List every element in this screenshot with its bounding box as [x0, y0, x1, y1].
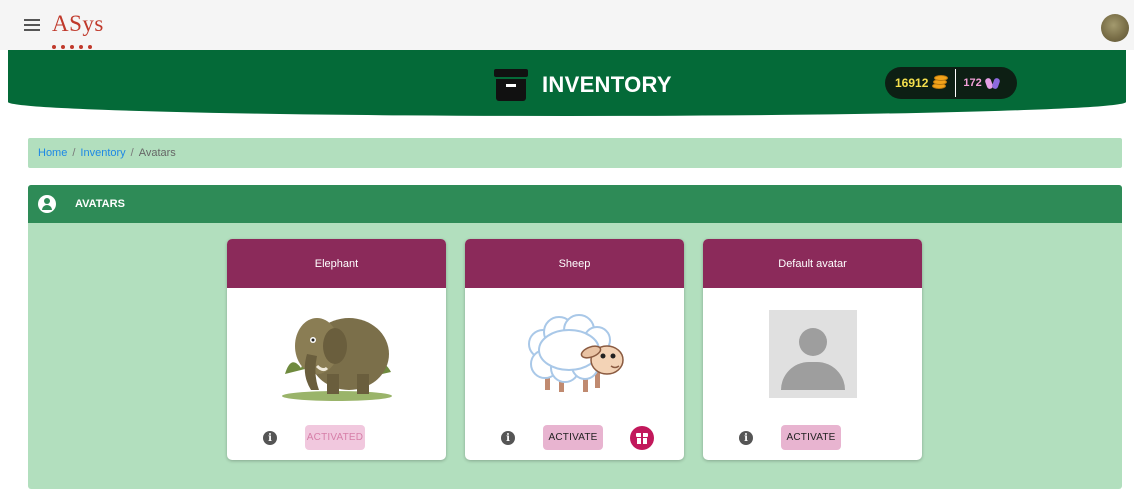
section-title: AVATARS — [75, 198, 125, 210]
card-actions: i ACTIVATED — [227, 425, 446, 451]
currency-divider — [955, 69, 957, 97]
info-icon[interactable]: i — [739, 431, 753, 445]
breadcrumb-current: Avatars — [138, 147, 176, 159]
gems-value: 172 — [963, 77, 982, 89]
breadcrumb-separator: / — [130, 147, 134, 159]
top-bar: ASys — [0, 0, 1134, 50]
avatar-card-sheep: Sheep i ACTIVATE — [465, 239, 684, 460]
activate-button[interactable]: ACTIVATE — [781, 425, 841, 450]
avatar-card-default: Default avatar i ACTIVATE — [703, 239, 922, 460]
info-icon[interactable]: i — [501, 431, 515, 445]
coins-value: 16912 — [895, 76, 929, 90]
gem-icon — [984, 76, 1001, 90]
coin-icon — [930, 75, 949, 91]
card-title: Elephant — [227, 239, 446, 288]
breadcrumb-inventory[interactable]: Inventory — [80, 147, 125, 159]
brand-dots — [52, 36, 104, 49]
user-avatar[interactable] — [1101, 14, 1129, 42]
card-actions: i ACTIVATE — [465, 425, 684, 451]
page-title: INVENTORY — [542, 72, 672, 97]
header-title-group: INVENTORY — [494, 68, 672, 102]
card-actions: i ACTIVATE — [703, 425, 922, 451]
user-circle-icon — [38, 195, 56, 213]
activate-button[interactable]: ACTIVATE — [543, 425, 603, 450]
breadcrumb: Home / Inventory / Avatars — [28, 138, 1122, 168]
avatar-card-elephant: Elephant i ACTIVATED — [227, 239, 446, 460]
currency-badge: 16912 172 — [885, 67, 1017, 99]
breadcrumb-home[interactable]: Home — [38, 147, 67, 159]
card-title: Sheep — [465, 239, 684, 288]
menu-icon[interactable] — [24, 19, 40, 31]
activated-button[interactable]: ACTIVATED — [305, 425, 365, 450]
info-icon[interactable]: i — [263, 431, 277, 445]
section-header: AVATARS — [28, 185, 1122, 223]
page-header: INVENTORY 16912 172 — [8, 50, 1126, 116]
breadcrumb-separator: / — [72, 147, 76, 159]
brand-logo[interactable]: ASys — [52, 11, 104, 37]
gift-icon[interactable] — [630, 426, 654, 450]
inventory-box-icon — [494, 69, 528, 101]
elephant-image — [227, 299, 446, 409]
card-title: Default avatar — [703, 239, 922, 288]
sheep-image — [465, 299, 684, 409]
default-avatar-image — [703, 299, 922, 409]
